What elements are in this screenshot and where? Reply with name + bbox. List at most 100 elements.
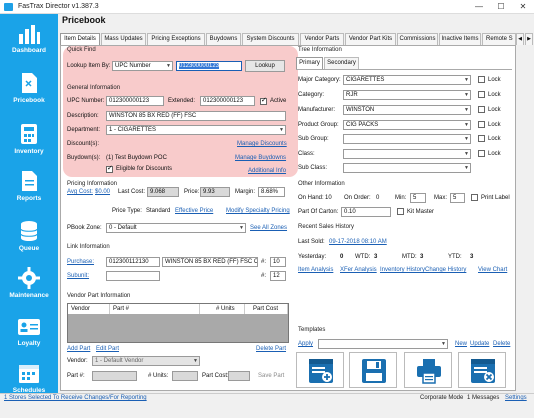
save-button[interactable] <box>349 352 397 388</box>
tab-vendor-part-kits[interactable]: Vendor Part Kits <box>345 33 396 45</box>
major-category-lock-checkbox[interactable] <box>478 76 485 83</box>
category-lock-checkbox[interactable] <box>478 91 485 98</box>
avg-cost-link[interactable]: Avg Cost: <box>67 189 93 195</box>
product-group-lock-checkbox[interactable] <box>478 121 485 128</box>
manufacturer-lock-checkbox[interactable] <box>478 106 485 113</box>
subunit-upc-input[interactable] <box>106 271 160 281</box>
major-category-select[interactable]: CIGARETTES ▼ <box>343 75 471 85</box>
class-select[interactable]: ▼ <box>343 149 471 159</box>
discounts-label: Discount(s): <box>67 141 100 147</box>
category-label: Category: <box>298 92 325 98</box>
lookup-value-input[interactable]: 012300000123 <box>176 61 242 71</box>
tab-commissions[interactable]: Commissions <box>397 33 438 45</box>
delete-item-button[interactable] <box>458 352 506 388</box>
purchase-description-input[interactable]: WINSTON 85 BX RED (FF) FSC CT <box>162 257 258 267</box>
item-analysis-link[interactable]: Item Analysis <box>298 267 333 273</box>
kit-master-checkbox[interactable] <box>397 208 404 215</box>
effective-price-link[interactable]: Effective Price <box>175 208 213 214</box>
print-label-checkbox[interactable] <box>471 194 478 201</box>
tab-scroll-right-icon[interactable]: ▶ <box>525 33 533 45</box>
extended-input[interactable]: 012300000123 <box>200 96 255 106</box>
manage-discounts-link[interactable]: Manage Discounts <box>237 141 287 147</box>
see-all-zones-link[interactable]: See All Zones <box>250 225 287 231</box>
apply-template-link[interactable]: Apply <box>298 341 313 347</box>
class-lock-checkbox[interactable] <box>478 150 485 157</box>
lookup-mode-select[interactable]: UPC Number ▼ <box>112 61 173 71</box>
close-button[interactable]: ✕ <box>512 0 534 14</box>
app-icon <box>4 3 13 11</box>
class-lock-label: Lock <box>488 151 501 157</box>
template-select[interactable]: ▼ <box>318 339 448 349</box>
tab-remote[interactable]: Remote S <box>482 33 516 45</box>
grid-column-vendor[interactable]: Vendor <box>68 304 110 314</box>
tab-buydowns[interactable]: Buydowns <box>206 33 241 45</box>
margin-input[interactable]: 8.68% <box>258 187 285 197</box>
delete-part-link[interactable]: Delete Part <box>256 346 286 352</box>
new-template-link[interactable]: New <box>455 341 467 347</box>
vendor-select[interactable]: 1 - Default Vendor ▼ <box>92 356 200 366</box>
vendor-part-grid[interactable]: Vendor Part # # Units Part Cost <box>67 303 289 343</box>
messages-count[interactable]: 1 Messages <box>467 395 499 401</box>
manufacturer-select[interactable]: WINSTON ▼ <box>343 105 471 115</box>
tab-scroll-left-icon[interactable]: ◀ <box>516 33 524 45</box>
tab-inactive-items[interactable]: Inactive Items <box>439 33 481 45</box>
view-chart-link[interactable]: View Chart <box>478 267 507 273</box>
active-checkbox[interactable] <box>260 96 267 105</box>
tab-vendor-parts[interactable]: Vendor Parts <box>300 33 344 45</box>
tab-pricing-exceptions[interactable]: Pricing Exceptions <box>147 33 205 45</box>
avg-cost-value[interactable]: $0.00 <box>95 189 110 195</box>
purchase-link[interactable]: Purchase: <box>67 259 94 265</box>
upc-input[interactable]: 012300000123 <box>106 96 164 106</box>
sub-group-lock-checkbox[interactable] <box>478 135 485 142</box>
subunit-qty-input[interactable]: 12 <box>270 271 286 281</box>
subunit-link[interactable]: Subunit: <box>67 273 89 279</box>
tab-system-discounts[interactable]: System Discounts <box>242 33 299 45</box>
lookup-button[interactable]: Lookup <box>245 60 285 72</box>
category-select[interactable]: RJR ▼ <box>343 90 471 100</box>
purchase-upc-input[interactable]: 012300112130 <box>106 257 160 267</box>
eligible-discounts-checkbox[interactable] <box>106 164 113 173</box>
pbook-zone-select[interactable]: 0 - Default ▼ <box>106 223 246 233</box>
change-history-link[interactable]: Change History <box>425 267 466 273</box>
last-cost-input[interactable]: 9.068 <box>147 187 179 197</box>
inventory-history-link[interactable]: Inventory History <box>380 267 425 273</box>
add-item-button[interactable] <box>296 352 344 388</box>
part-of-carton-input[interactable]: 0.10 <box>341 207 391 217</box>
minimize-button[interactable]: — <box>468 0 490 14</box>
additional-info-link[interactable]: Additional Info <box>248 168 286 174</box>
price-input[interactable]: 9.93 <box>200 187 230 197</box>
min-input[interactable]: 5 <box>410 193 426 203</box>
last-sold-value[interactable]: 09-17-2018 08:10 AM <box>329 239 387 245</box>
save-part-button[interactable]: Save Part <box>258 373 284 379</box>
part-cost-input[interactable] <box>228 371 250 381</box>
grid-column-units[interactable]: # Units <box>200 304 245 314</box>
stores-selected-link[interactable]: 1 Stores Selected To Receive Changes/For… <box>4 395 147 401</box>
product-group-select[interactable]: CIG PACKS ▼ <box>343 120 471 130</box>
grid-column-part-cost[interactable]: Part Cost <box>245 304 288 314</box>
units-input[interactable] <box>172 371 198 381</box>
upc-label: UPC Number: <box>67 98 105 104</box>
sub-group-select[interactable]: ▼ <box>343 134 471 144</box>
xfer-analysis-link[interactable]: XFer Analysis <box>340 267 377 273</box>
maximize-button[interactable]: ☐ <box>490 0 512 14</box>
sidebar-label-reports: Reports <box>16 195 42 202</box>
sub-class-select[interactable]: ▼ <box>343 163 471 173</box>
manage-buydowns-link[interactable]: Manage Buydowns <box>235 155 286 161</box>
grid-column-part[interactable]: Part # <box>110 304 200 314</box>
tab-mass-updates[interactable]: Mass Updates <box>101 33 146 45</box>
print-button[interactable] <box>404 352 452 388</box>
max-input[interactable]: 5 <box>450 193 465 203</box>
pbook-zone-value: 0 - Default <box>109 225 137 231</box>
update-template-link[interactable]: Update <box>470 341 489 347</box>
add-part-link[interactable]: Add Part <box>67 346 90 352</box>
sidebar-item-schedules[interactable]: Schedules <box>0 356 58 418</box>
department-select[interactable]: 1 - CIGARETTES ▼ <box>106 125 286 135</box>
settings-link[interactable]: Settings <box>505 395 527 401</box>
delete-template-link[interactable]: Delete <box>493 341 510 347</box>
part-number-input[interactable] <box>92 371 137 381</box>
modify-specialty-pricing-link[interactable]: Modify Specialty Pricing <box>226 208 290 214</box>
description-input[interactable]: WINSTON 85 BX RED (FF) FSC <box>106 111 286 121</box>
edit-part-link[interactable]: Edit Part <box>96 346 119 352</box>
tree-tab-secondary[interactable]: Secondary <box>324 57 359 69</box>
purchase-qty-input[interactable]: 10 <box>270 257 286 267</box>
